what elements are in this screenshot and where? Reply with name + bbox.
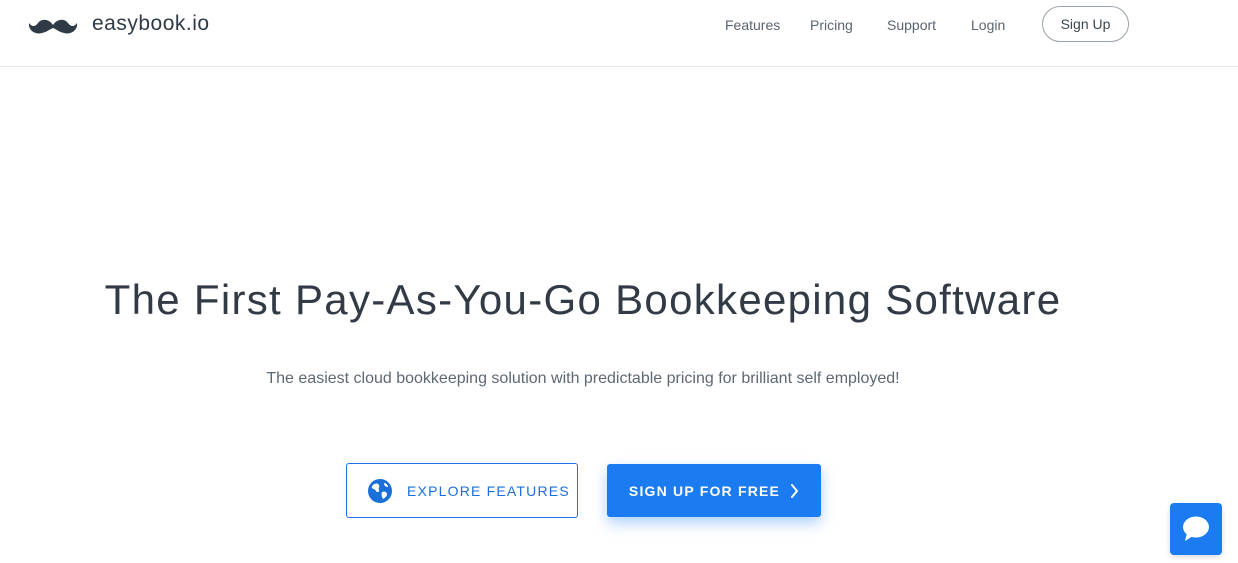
nav-link-login[interactable]: Login [971, 17, 1005, 33]
hero-subtitle: The easiest cloud bookkeeping solution w… [266, 370, 900, 387]
nav-link-pricing[interactable]: Pricing [810, 17, 853, 33]
top-navbar: easybook.io Features Pricing Support Log… [0, 0, 1238, 67]
globe-icon [368, 478, 392, 503]
signup-for-free-label: SIGN UP FOR FREE [628, 482, 781, 499]
signup-for-free-button[interactable]: SIGN UP FOR FREE [607, 464, 821, 517]
hero-title: The First Pay-As-You-Go Bookkeeping Soft… [104, 276, 1062, 323]
nav-link-features[interactable]: Features [725, 17, 780, 33]
chat-launcher-button[interactable] [1170, 503, 1222, 555]
nav-signup-button[interactable]: Sign Up [1042, 6, 1129, 42]
chevron-right-icon [791, 483, 799, 498]
explore-features-label: EXPLORE FEATURES [407, 482, 570, 499]
chat-bubble-icon [1183, 516, 1209, 541]
mustache-icon [28, 19, 78, 34]
brand-logo-link[interactable] [28, 14, 78, 40]
brand-name[interactable]: easybook.io [92, 12, 210, 36]
nav-signup-label: Sign Up [1060, 16, 1111, 32]
explore-features-button[interactable]: EXPLORE FEATURES [346, 463, 578, 518]
nav-link-support[interactable]: Support [887, 17, 936, 33]
